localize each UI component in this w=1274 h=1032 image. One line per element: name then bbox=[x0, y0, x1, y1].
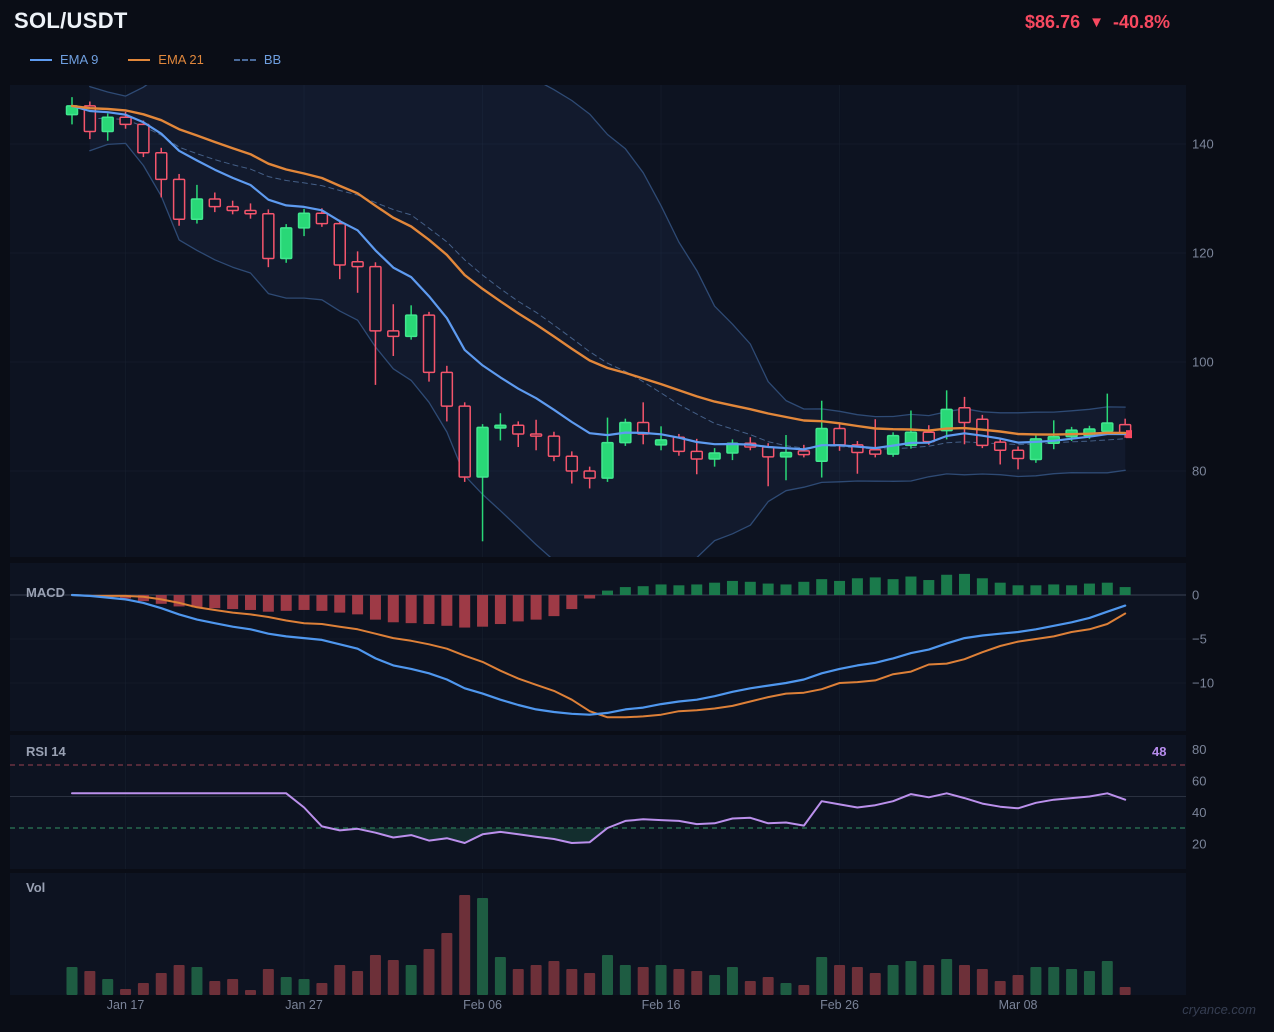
svg-text:0: 0 bbox=[1192, 588, 1199, 603]
macd-panel[interactable]: 0 −5 −10 bbox=[0, 563, 1274, 731]
price-ticker: $86.76 ▼ -40.8% bbox=[1025, 12, 1170, 33]
svg-text:−10: −10 bbox=[1192, 676, 1214, 691]
legend-item-ema9[interactable]: EMA 9 bbox=[30, 52, 98, 67]
svg-text:60: 60 bbox=[1192, 773, 1206, 788]
macd-pane-label: MACD bbox=[26, 585, 65, 600]
svg-text:20: 20 bbox=[1192, 836, 1206, 851]
legend-item-ema21[interactable]: EMA 21 bbox=[128, 52, 204, 67]
svg-text:80: 80 bbox=[1192, 742, 1206, 757]
legend-label: EMA 9 bbox=[60, 52, 98, 67]
volume-pane-label: Vol bbox=[26, 880, 45, 895]
svg-text:80: 80 bbox=[1192, 464, 1206, 479]
price-chart[interactable]: 140 120 100 80 bbox=[0, 85, 1274, 557]
svg-text:−5: −5 bbox=[1192, 632, 1207, 647]
ema9-swatch-icon bbox=[30, 59, 52, 61]
ema21-swatch-icon bbox=[128, 59, 150, 61]
last-price: $86.76 bbox=[1025, 12, 1080, 33]
rsi-current-value: 48 bbox=[1152, 744, 1166, 759]
date-axis: Jan 17 Jan 27 Feb 06 Feb 16 Feb 26 Mar 08 bbox=[0, 995, 1274, 1021]
svg-text:100: 100 bbox=[1192, 355, 1214, 370]
svg-text:40: 40 bbox=[1192, 805, 1206, 820]
down-arrow-icon: ▼ bbox=[1089, 14, 1104, 31]
volume-panel[interactable] bbox=[0, 873, 1274, 995]
svg-text:140: 140 bbox=[1192, 137, 1214, 152]
date-tick-label: Feb 06 bbox=[443, 998, 523, 1012]
date-tick-label: Jan 27 bbox=[264, 998, 344, 1012]
date-tick-label: Feb 16 bbox=[621, 998, 701, 1012]
svg-text:120: 120 bbox=[1192, 246, 1214, 261]
watermark: cryance.com bbox=[1182, 1002, 1256, 1017]
rsi-pane-label: RSI 14 bbox=[26, 744, 66, 759]
date-tick-label: Feb 26 bbox=[800, 998, 880, 1012]
rsi-panel[interactable]: 80 60 40 20 bbox=[0, 735, 1274, 869]
bb-swatch-icon bbox=[234, 59, 256, 61]
price-change: -40.8% bbox=[1113, 12, 1170, 33]
date-tick-label: Jan 17 bbox=[86, 998, 166, 1012]
date-tick-label: Mar 08 bbox=[978, 998, 1058, 1012]
indicator-legend: EMA 9 EMA 21 BB bbox=[30, 52, 281, 67]
page-title: SOL/USDT bbox=[14, 8, 128, 34]
legend-label: EMA 21 bbox=[158, 52, 204, 67]
legend-item-bb[interactable]: BB bbox=[234, 52, 281, 67]
legend-label: BB bbox=[264, 52, 281, 67]
